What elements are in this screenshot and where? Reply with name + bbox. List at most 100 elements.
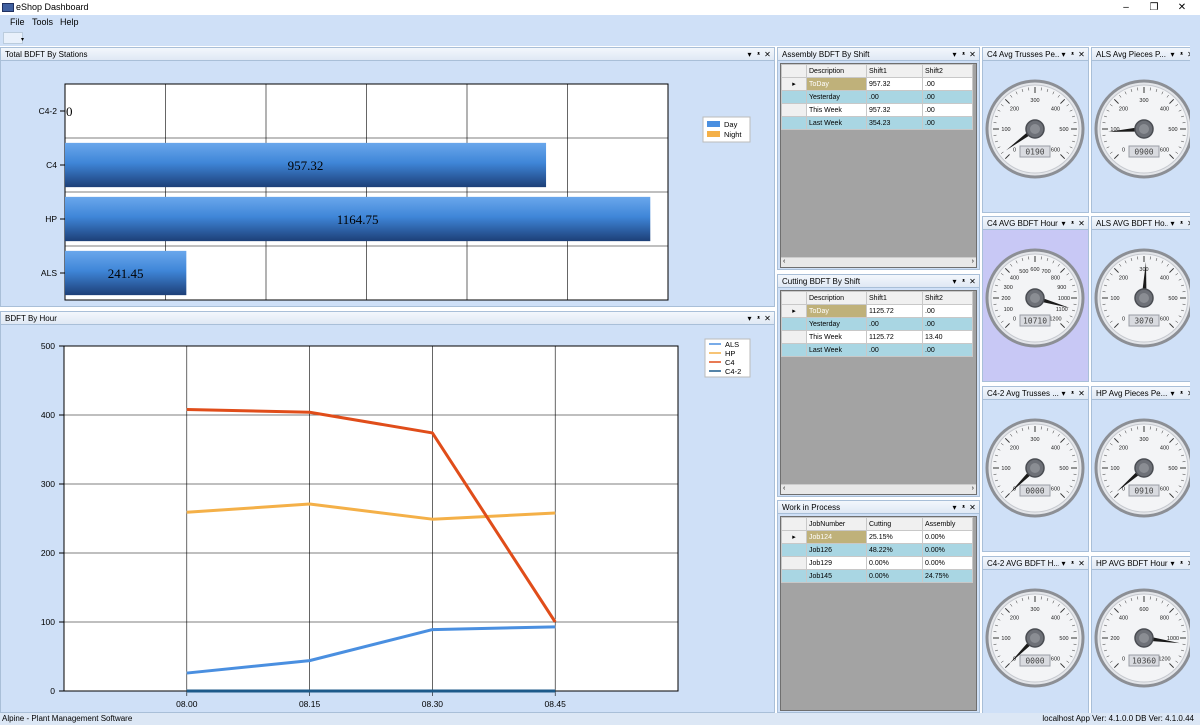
table-cell[interactable]: .00 xyxy=(922,317,973,331)
table-cell[interactable]: Job124 xyxy=(806,530,867,544)
table-cell[interactable]: 957.32 xyxy=(866,103,923,117)
panel-close-icon[interactable]: ✕ xyxy=(968,48,977,60)
table-cell[interactable]: .00 xyxy=(922,90,973,104)
table-row[interactable]: This Week 1125.72 13.40 xyxy=(781,330,973,344)
table-row[interactable]: ▸ ToDay 957.32.00 xyxy=(781,77,973,91)
table-cell[interactable]: Yesterday xyxy=(806,90,867,104)
table-cell[interactable]: ToDay xyxy=(806,77,867,91)
table-cell[interactable]: 0.00% xyxy=(922,530,973,544)
table-cell[interactable]: .00 xyxy=(922,77,973,91)
panel-close-icon[interactable]: ✕ xyxy=(1077,557,1086,569)
panel-pin-icon[interactable]: ᵜ xyxy=(1068,48,1077,60)
row-header[interactable] xyxy=(781,116,807,130)
panel-close-icon[interactable]: ✕ xyxy=(968,501,977,513)
row-header[interactable] xyxy=(781,343,807,357)
horizontal-scrollbar[interactable]: ‹ › xyxy=(781,484,976,494)
panel-close-icon[interactable]: ✕ xyxy=(763,48,772,60)
table-row[interactable]: ▸ ToDay 1125.72.00 xyxy=(781,304,973,318)
horizontal-scrollbar[interactable]: ‹ › xyxy=(781,257,976,267)
panel-dropdown-icon[interactable]: ▾ xyxy=(950,275,959,287)
table-cell[interactable]: 0.00% xyxy=(866,556,923,570)
panel-dropdown-icon[interactable]: ▾ xyxy=(1168,48,1177,60)
close-window-button[interactable]: ✕ xyxy=(1168,0,1196,15)
vertical-scrollbar[interactable] xyxy=(1190,46,1200,713)
table-cell[interactable]: .00 xyxy=(866,90,923,104)
panel-close-icon[interactable]: ✕ xyxy=(1077,387,1086,399)
table-cell[interactable]: Yesterday xyxy=(806,317,867,331)
table-cell[interactable]: .00 xyxy=(922,304,973,318)
row-header[interactable] xyxy=(781,556,807,570)
panel-dropdown-icon[interactable]: ▾ xyxy=(1059,217,1068,229)
panel-pin-icon[interactable]: ᵜ xyxy=(959,501,968,513)
table-cell[interactable]: Last Week xyxy=(806,343,867,357)
column-header[interactable]: Assembly xyxy=(922,517,973,531)
toolstrip-button[interactable] xyxy=(3,32,23,44)
panel-dropdown-icon[interactable]: ▾ xyxy=(1168,217,1177,229)
table-cell[interactable]: Job129 xyxy=(806,556,867,570)
table-cell[interactable]: 1125.72 xyxy=(866,330,923,344)
table-row[interactable]: Yesterday .00.00 xyxy=(781,317,973,331)
table-cell[interactable]: 25.15% xyxy=(866,530,923,544)
table-cell[interactable]: Job145 xyxy=(806,569,867,583)
toolstrip-dropdown-icon[interactable]: ▾ xyxy=(21,36,24,43)
panel-pin-icon[interactable]: ᵜ xyxy=(754,312,763,324)
panel-dropdown-icon[interactable]: ▾ xyxy=(745,48,754,60)
table-row[interactable]: Yesterday .00.00 xyxy=(781,90,973,104)
row-header[interactable] xyxy=(781,569,807,583)
panel-pin-icon[interactable]: ᵜ xyxy=(1177,217,1186,229)
column-header[interactable]: Cutting xyxy=(866,517,923,531)
panel-dropdown-icon[interactable]: ▾ xyxy=(1059,557,1068,569)
table-row[interactable]: ▸ Job124 25.15% 0.00% xyxy=(781,530,973,544)
row-header[interactable] xyxy=(781,317,807,331)
table-cell[interactable]: .00 xyxy=(866,343,923,357)
panel-pin-icon[interactable]: ᵜ xyxy=(1177,557,1186,569)
table-cell[interactable]: 354.23 xyxy=(866,116,923,130)
row-header[interactable] xyxy=(781,330,807,344)
table-cell[interactable]: Last Week xyxy=(806,116,867,130)
table-cell[interactable]: Job126 xyxy=(806,543,867,557)
table-cell[interactable]: .00 xyxy=(922,103,973,117)
panel-dropdown-icon[interactable]: ▾ xyxy=(950,501,959,513)
table-cell[interactable]: 0.00% xyxy=(866,569,923,583)
table-cell[interactable]: .00 xyxy=(866,317,923,331)
panel-pin-icon[interactable]: ᵜ xyxy=(754,48,763,60)
column-header[interactable]: JobNumber xyxy=(806,517,867,531)
menu-help[interactable]: Help xyxy=(60,17,79,27)
minimize-button[interactable]: – xyxy=(1112,0,1140,15)
table-row[interactable]: Last Week 354.23.00 xyxy=(781,116,973,130)
panel-pin-icon[interactable]: ᵜ xyxy=(1068,557,1077,569)
panel-dropdown-icon[interactable]: ▾ xyxy=(950,48,959,60)
table-cell[interactable]: 0.00% xyxy=(922,556,973,570)
menu-file[interactable]: File xyxy=(10,17,25,27)
panel-dropdown-icon[interactable]: ▾ xyxy=(745,312,754,324)
panel-close-icon[interactable]: ✕ xyxy=(1077,217,1086,229)
panel-close-icon[interactable]: ✕ xyxy=(1077,48,1086,60)
row-header[interactable] xyxy=(781,543,807,557)
column-header[interactable]: Description xyxy=(806,291,867,305)
panel-dropdown-icon[interactable]: ▾ xyxy=(1168,557,1177,569)
table-row[interactable]: Last Week .00.00 xyxy=(781,343,973,357)
restore-button[interactable]: ❐ xyxy=(1140,0,1168,15)
column-header[interactable]: Description xyxy=(806,64,867,78)
row-header[interactable]: ▸ xyxy=(781,304,807,318)
table-cell[interactable]: 13.40 xyxy=(922,330,973,344)
panel-dropdown-icon[interactable]: ▾ xyxy=(1059,387,1068,399)
table-cell[interactable]: This Week xyxy=(806,103,867,117)
panel-pin-icon[interactable]: ᵜ xyxy=(1177,387,1186,399)
table-cell[interactable]: .00 xyxy=(922,343,973,357)
table-cell[interactable]: .00 xyxy=(922,116,973,130)
row-header[interactable] xyxy=(781,90,807,104)
table-cell[interactable]: 24.75% xyxy=(922,569,973,583)
panel-close-icon[interactable]: ✕ xyxy=(968,275,977,287)
table-cell[interactable]: 1125.72 xyxy=(866,304,923,318)
table-cell[interactable]: 0.00% xyxy=(922,543,973,557)
column-header[interactable]: Shift1 xyxy=(866,291,923,305)
table-row[interactable]: This Week 957.32.00 xyxy=(781,103,973,117)
column-header[interactable]: Shift1 xyxy=(866,64,923,78)
menu-tools[interactable]: Tools xyxy=(32,17,53,27)
panel-pin-icon[interactable]: ᵜ xyxy=(1177,48,1186,60)
table-cell[interactable]: 957.32 xyxy=(866,77,923,91)
column-header[interactable]: Shift2 xyxy=(922,291,973,305)
row-header[interactable]: ▸ xyxy=(781,530,807,544)
panel-close-icon[interactable]: ✕ xyxy=(763,312,772,324)
